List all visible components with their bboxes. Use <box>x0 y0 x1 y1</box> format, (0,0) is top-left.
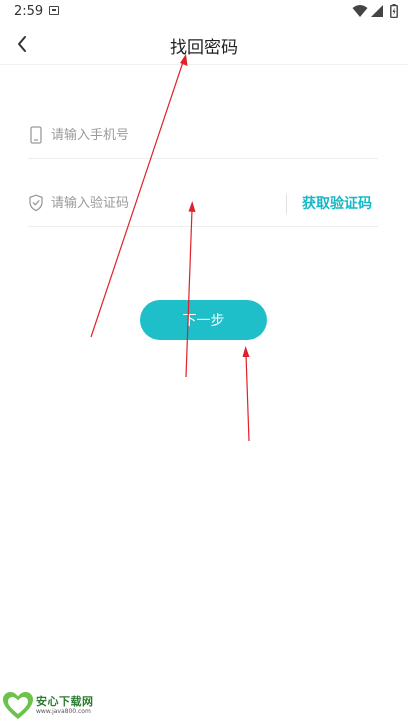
annotation-arrow-to-button <box>242 346 250 442</box>
watermark: 安心下载网 www.java800.com <box>2 690 112 722</box>
annotation-arrow-to-input <box>185 201 196 378</box>
annotation-arrow-to-title <box>90 54 188 338</box>
heart-logo-icon <box>3 692 33 719</box>
watermark-name: 安心下载网 <box>36 695 94 708</box>
annotation-arrows <box>90 54 250 442</box>
watermark-url: www.java800.com <box>36 708 91 715</box>
